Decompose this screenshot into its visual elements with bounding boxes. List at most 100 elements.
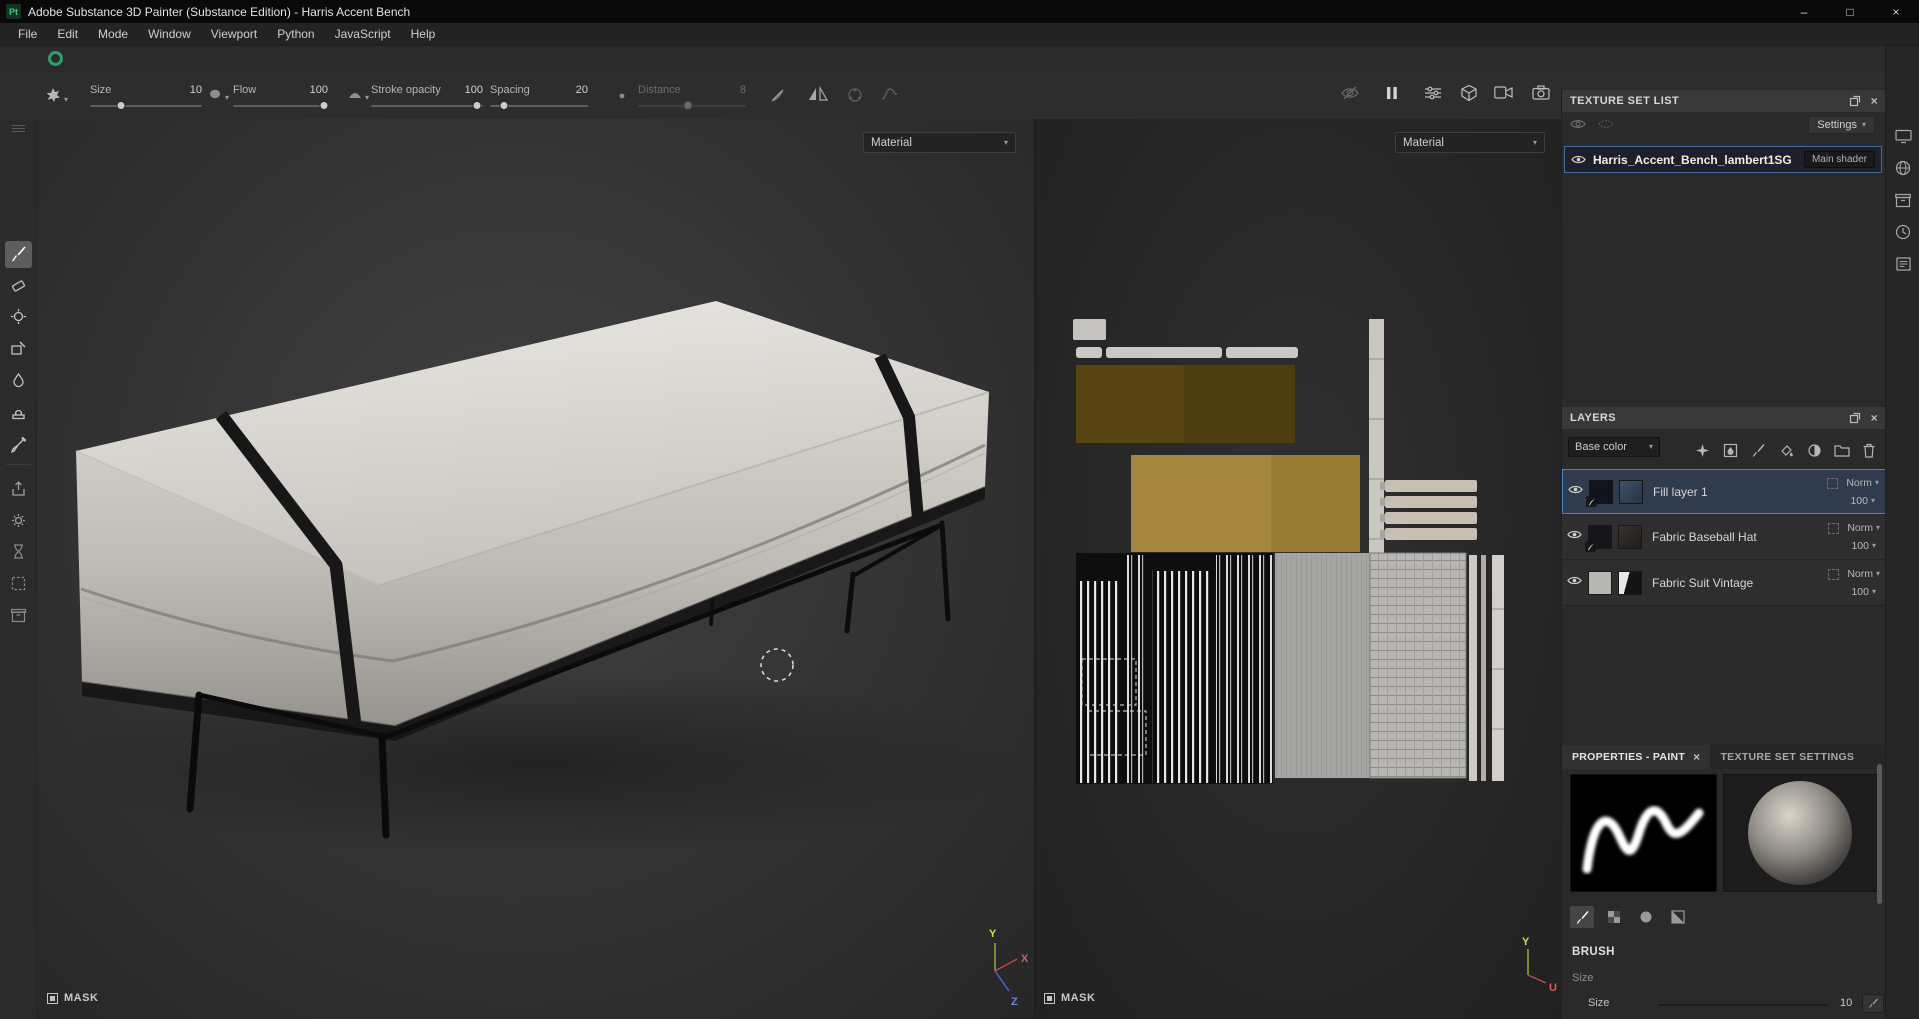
main-shader-badge[interactable]: Main shader — [1803, 151, 1875, 168]
menu-file[interactable]: File — [8, 23, 47, 46]
layer-opacity-select[interactable]: 100 ▾ — [1850, 495, 1875, 507]
layer-content-thumbnail[interactable] — [1618, 571, 1642, 595]
undock-panel-icon[interactable] — [1849, 412, 1861, 424]
stroke-opacity-slider[interactable] — [371, 100, 483, 112]
layer-blend-select[interactable]: Norm ▾ — [1847, 522, 1880, 534]
filter-eye-icon[interactable] — [1570, 118, 1586, 130]
texture-set-settings-dropdown[interactable]: Settings ▾ — [1808, 116, 1875, 134]
layer-content-thumbnail[interactable] — [1618, 525, 1642, 549]
layer-visibility-toggle[interactable] — [1567, 529, 1582, 540]
menu-python[interactable]: Python — [267, 23, 324, 46]
spacing-slider-group[interactable]: Spacing 20 — [490, 84, 588, 112]
layer-mask-thumbnail[interactable] — [1586, 480, 1613, 507]
layer-opacity-select[interactable]: 100 ▾ — [1851, 540, 1876, 552]
add-folder-icon[interactable] — [1832, 440, 1852, 460]
viewport-2d[interactable]: Y U Material ▾ MASK — [1034, 119, 1561, 1019]
filter-eye-outline-icon[interactable] — [1598, 118, 1614, 130]
symmetry-mirror-icon[interactable] — [808, 86, 828, 102]
pending-hourglass-icon[interactable] — [5, 538, 32, 565]
polygon-fill-tool[interactable] — [5, 335, 32, 362]
menu-window[interactable]: Window — [138, 23, 201, 46]
close-panel-icon[interactable]: × — [1871, 94, 1878, 108]
add-effect-icon[interactable] — [1692, 440, 1712, 460]
export-icon[interactable] — [5, 475, 32, 502]
material-picker-tool[interactable] — [5, 431, 32, 458]
alpha-shape-button[interactable]: ▾ — [44, 86, 68, 104]
layer-row[interactable]: Fabric Baseball Hat Norm ▾ 100 ▾ — [1562, 515, 1886, 560]
stroke-opacity-slider-group[interactable]: Stroke opacity 100 — [371, 84, 483, 112]
layer-visibility-toggle[interactable] — [1568, 484, 1583, 495]
panel-shader-globe-icon[interactable] — [1893, 158, 1913, 178]
toolstrip-grip[interactable] — [12, 123, 25, 134]
brush-size-slider[interactable] — [1658, 1004, 1828, 1006]
layer-mask-thumbnail[interactable] — [1588, 571, 1612, 595]
menu-javascript[interactable]: JavaScript — [325, 23, 401, 46]
size-options-button[interactable] — [1862, 994, 1884, 1013]
alpha-subtab-icon[interactable] — [1602, 906, 1626, 928]
panel-log-list-icon[interactable] — [1893, 254, 1913, 274]
paint-bucket-icon[interactable] — [1776, 440, 1796, 460]
properties-scrollbar[interactable] — [1877, 764, 1882, 904]
pause-engine-button[interactable] — [1386, 86, 1398, 100]
layer-content-thumbnail[interactable] — [1619, 480, 1643, 504]
menu-help[interactable]: Help — [401, 23, 446, 46]
perspective-cube-icon[interactable] — [1460, 84, 1478, 102]
material-sphere-preview[interactable] — [1723, 774, 1878, 892]
stencil-subtab-icon[interactable] — [1634, 906, 1658, 928]
layer-blend-select[interactable]: Norm ▾ — [1846, 477, 1879, 489]
brush-stroke-preview[interactable] — [1570, 774, 1717, 892]
brush-subtab-icon[interactable] — [1570, 906, 1594, 928]
hide-stroke-eye-off-icon[interactable] — [1340, 85, 1360, 101]
close-button[interactable]: × — [1873, 0, 1919, 23]
layer-opacity-select[interactable]: 100 ▾ — [1851, 586, 1876, 598]
smudge-tool[interactable] — [5, 367, 32, 394]
stroke-profile-button[interactable]: ▾ — [347, 86, 369, 102]
layer-row[interactable]: Fabric Suit Vintage Norm ▾ 100 ▾ — [1562, 561, 1886, 606]
archive-box-icon[interactable] — [5, 602, 32, 629]
display-settings-icon[interactable] — [1424, 85, 1442, 101]
maximize-button[interactable]: □ — [1827, 0, 1873, 23]
add-paint-layer-icon[interactable] — [1748, 440, 1768, 460]
channel-select[interactable]: Base color ▾ — [1568, 437, 1660, 457]
screenshot-camera-icon[interactable] — [1532, 85, 1550, 100]
paint-brush-tool[interactable] — [5, 241, 32, 268]
tab-properties-paint[interactable]: PROPERTIES - PAINT × — [1562, 745, 1711, 769]
material-subtab-icon[interactable] — [1666, 906, 1690, 928]
layer-row[interactable]: Fill layer 1 Norm ▾ 100 ▾ — [1562, 469, 1886, 514]
flow-slider-group[interactable]: Flow 100 — [233, 84, 329, 112]
texture-set-row[interactable]: Harris_Accent_Bench_lambert1SG Main shad… — [1564, 146, 1882, 173]
delete-layer-icon[interactable] — [1859, 440, 1879, 460]
clone-stamp-tool[interactable] — [5, 399, 32, 426]
falloff-curve-icon[interactable] — [770, 86, 788, 104]
video-camera-icon[interactable] — [1494, 86, 1513, 99]
viewport-3d[interactable]: Y X Z Material ▾ MASK — [37, 119, 1034, 1019]
spacing-slider[interactable] — [490, 100, 588, 112]
eraser-tool[interactable] — [5, 272, 32, 299]
selection-marquee-icon[interactable] — [5, 570, 32, 597]
brush-preset-button[interactable]: ▾ — [207, 86, 229, 102]
size-slider[interactable] — [90, 100, 202, 112]
minimize-button[interactable]: – — [1781, 0, 1827, 23]
projection-tool[interactable] — [5, 303, 32, 330]
texture-set-visibility-icon[interactable] — [1571, 154, 1586, 165]
close-panel-icon[interactable]: × — [1871, 411, 1878, 425]
close-tab-icon[interactable]: × — [1693, 750, 1700, 764]
panel-display-icon[interactable] — [1893, 126, 1913, 146]
size-slider-group[interactable]: Size 10 — [90, 84, 202, 112]
menu-edit[interactable]: Edit — [47, 23, 88, 46]
layer-visibility-toggle[interactable] — [1567, 575, 1582, 586]
layer-mask-thumbnail[interactable] — [1585, 525, 1612, 552]
tab-texture-set-settings[interactable]: TEXTURE SET SETTINGS — [1710, 745, 1864, 769]
undock-panel-icon[interactable] — [1849, 95, 1861, 107]
settings-gear-icon[interactable] — [5, 507, 32, 534]
add-mask-icon[interactable] — [1804, 440, 1824, 460]
shading-mode-select-3d[interactable]: Material ▾ — [863, 132, 1016, 153]
panel-shelf-box-icon[interactable] — [1893, 190, 1913, 210]
layer-blend-select[interactable]: Norm ▾ — [1847, 568, 1880, 580]
shading-mode-select-2d[interactable]: Material ▾ — [1395, 132, 1545, 153]
menu-mode[interactable]: Mode — [88, 23, 138, 46]
flow-slider[interactable] — [233, 100, 329, 112]
menu-viewport[interactable]: Viewport — [201, 23, 267, 46]
panel-history-clock-icon[interactable] — [1893, 222, 1913, 242]
add-fill-layer-icon[interactable] — [1720, 440, 1740, 460]
